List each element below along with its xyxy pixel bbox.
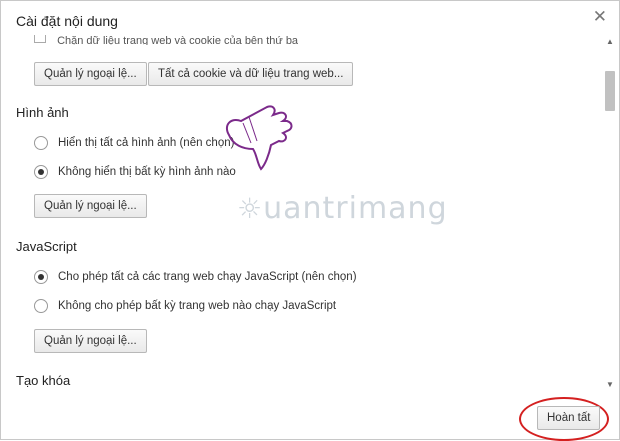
close-icon[interactable]: ✕ bbox=[593, 7, 607, 27]
watermark-logo: ☼uantrimang bbox=[237, 191, 448, 226]
all-cookies-button[interactable]: Tất cả cookie và dữ liệu trang web... bbox=[148, 62, 354, 86]
javascript-manage-exceptions-button[interactable]: Quản lý ngoại lệ... bbox=[34, 329, 147, 353]
javascript-heading: JavaScript bbox=[16, 239, 77, 254]
javascript-option-block-all-label: Không cho phép bất kỳ trang web nào chạy… bbox=[58, 300, 337, 312]
scrollbar-thumb[interactable] bbox=[605, 71, 615, 111]
radio-button[interactable] bbox=[34, 299, 48, 313]
keygen-heading: Tạo khóa bbox=[16, 373, 71, 388]
watermark-hand-icon bbox=[213, 97, 297, 180]
watermark-text: uantrimang bbox=[263, 191, 448, 226]
scroll-up-arrow-icon[interactable]: ▲ bbox=[606, 37, 614, 46]
images-heading: Hình ảnh bbox=[16, 105, 69, 120]
images-option-show-all-label: Hiển thị tất cả hình ảnh (nên chọn) bbox=[58, 137, 235, 149]
done-button[interactable]: Hoàn tất bbox=[537, 406, 601, 430]
vertical-scrollbar[interactable]: ▲ ▼ bbox=[603, 37, 617, 389]
content-settings-dialog: Cài đặt nội dung ✕ Chặn dữ liệu trang we… bbox=[0, 0, 620, 441]
scroll-down-arrow-icon[interactable]: ▼ bbox=[606, 380, 614, 389]
cookies-manage-exceptions-button[interactable]: Quản lý ngoại lệ... bbox=[34, 62, 147, 86]
javascript-option-block-all[interactable]: Không cho phép bất kỳ trang web nào chạy… bbox=[34, 298, 336, 314]
dialog-title: Cài đặt nội dung bbox=[16, 13, 118, 29]
javascript-option-allow-all-label: Cho phép tất cả các trang web chạy JavaS… bbox=[58, 271, 357, 283]
images-option-hide-all[interactable]: Không hiển thị bất kỳ hình ảnh nào bbox=[34, 164, 236, 180]
images-manage-exceptions-button[interactable]: Quản lý ngoại lệ... bbox=[34, 194, 147, 218]
watermark-bulb-icon: ☼ bbox=[237, 192, 264, 225]
radio-button-selected[interactable] bbox=[34, 270, 48, 284]
images-option-show-all[interactable]: Hiển thị tất cả hình ảnh (nên chọn) bbox=[34, 135, 234, 151]
cookies-block-third-party-row[interactable]: Chặn dữ liệu trang web và cookie của bên… bbox=[34, 35, 298, 45]
radio-button[interactable] bbox=[34, 136, 48, 150]
images-option-hide-all-label: Không hiển thị bất kỳ hình ảnh nào bbox=[58, 166, 236, 178]
checkbox[interactable] bbox=[34, 35, 46, 43]
cookies-block-third-party-label: Chặn dữ liệu trang web và cookie của bên… bbox=[57, 35, 299, 45]
radio-button-selected[interactable] bbox=[34, 165, 48, 179]
javascript-option-allow-all[interactable]: Cho phép tất cả các trang web chạy JavaS… bbox=[34, 269, 357, 285]
